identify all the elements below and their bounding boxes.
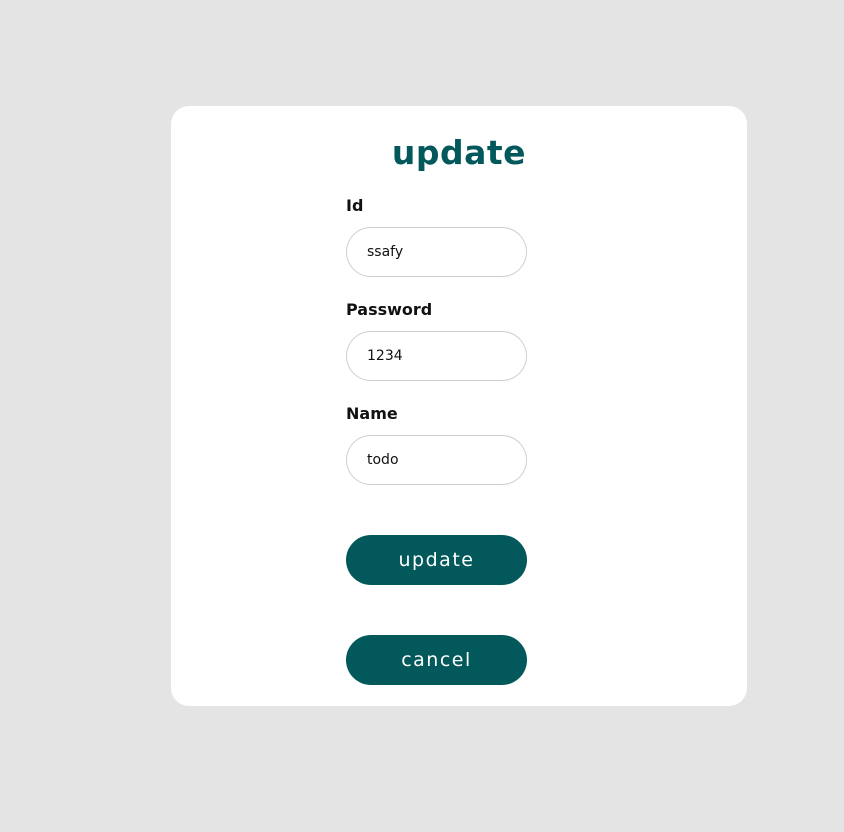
update-button[interactable]: update xyxy=(346,535,527,585)
password-field-group: Password xyxy=(346,298,527,381)
update-form-card: update Id Password Name update cancel xyxy=(171,106,747,706)
password-input[interactable] xyxy=(346,331,527,381)
update-form: Id Password Name xyxy=(346,194,527,506)
cancel-button[interactable]: cancel xyxy=(346,635,527,685)
name-label: Name xyxy=(346,404,398,423)
id-field-group: Id xyxy=(346,194,527,277)
name-input[interactable] xyxy=(346,435,527,485)
id-label: Id xyxy=(346,196,364,215)
name-field-group: Name xyxy=(346,402,527,485)
id-input[interactable] xyxy=(346,227,527,277)
password-label: Password xyxy=(346,300,433,319)
page-title: update xyxy=(391,133,527,172)
